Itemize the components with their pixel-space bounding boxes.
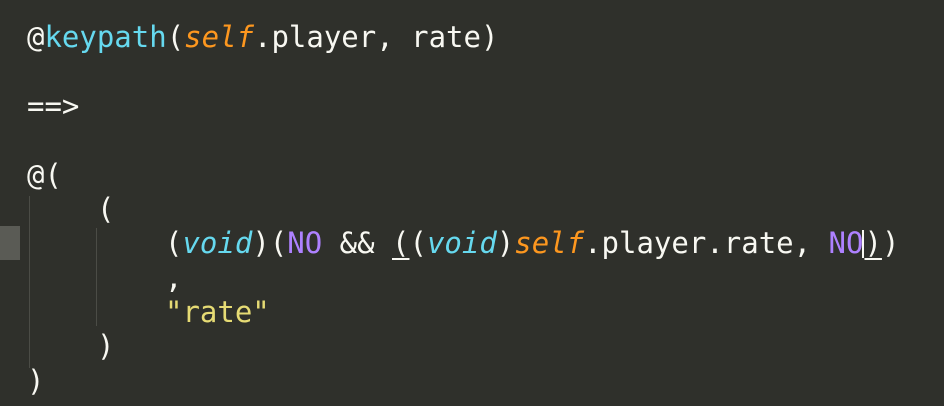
indent-guide-level-2: [96, 228, 97, 326]
token-self: self: [184, 20, 254, 54]
token-no: O: [846, 226, 864, 260]
token-keypath: keypath: [44, 20, 167, 54]
token-paren: (: [165, 226, 183, 260]
code-line-6[interactable]: ,: [165, 260, 182, 296]
token-comma: ,: [165, 261, 183, 295]
code-line-8[interactable]: ): [97, 328, 114, 364]
token-matched-paren-close: ): [864, 226, 882, 260]
token-paren: ): [881, 226, 900, 260]
token-paren: (: [166, 20, 185, 54]
indent-guide-level-1: [29, 196, 30, 368]
token-string: "rate": [165, 295, 270, 329]
code-line-7[interactable]: "rate": [165, 294, 270, 330]
token-no: N: [828, 226, 846, 260]
token-arrow: ==>: [27, 89, 80, 123]
token-paren: (: [97, 192, 115, 226]
token-at: @: [27, 20, 45, 54]
token-at-paren: @(: [27, 158, 62, 192]
token-and: &&: [322, 226, 392, 260]
token-no: NO: [287, 226, 323, 260]
token-paren: ): [496, 226, 515, 260]
code-line-3[interactable]: @(: [27, 157, 62, 193]
token-paren: ): [97, 329, 115, 363]
token-paren: ): [27, 364, 45, 398]
token-paren: )(: [252, 226, 288, 260]
code-line-4[interactable]: (: [97, 191, 114, 227]
token-rest: .player, rate): [254, 20, 499, 54]
code-line-2[interactable]: ==>: [27, 88, 79, 124]
code-line-1[interactable]: @keypath(self.player, rate): [27, 19, 498, 55]
token-void: void: [182, 226, 253, 260]
token-matched-paren-open: (: [392, 226, 410, 260]
code-line-9[interactable]: ): [27, 363, 44, 399]
current-line-gutter-marker: [0, 226, 20, 260]
token-member-access: .player.rate,: [584, 226, 829, 260]
token-void: void: [426, 226, 497, 260]
code-editor[interactable]: @keypath(self.player, rate) ==> @( ( (vo…: [0, 0, 944, 406]
token-paren: (: [409, 226, 427, 260]
token-self: self: [514, 226, 585, 260]
code-line-5[interactable]: (void)(NO && ((void)self.player.rate, NO…: [165, 225, 899, 261]
